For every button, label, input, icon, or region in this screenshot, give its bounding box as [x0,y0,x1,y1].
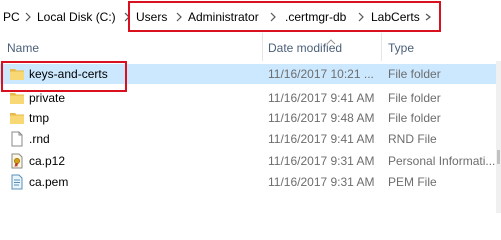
file-type: File folder [388,111,441,125]
column-divider[interactable] [262,33,263,61]
breadcrumb-separator-icon[interactable] [23,11,33,23]
list-item-ca-pem[interactable]: ca.pem 11/16/2017 9:31 AM PEM File [0,172,501,192]
file-date: 11/16/2017 9:41 AM [268,91,375,105]
path-highlight-box [128,1,441,32]
breadcrumb-item-pc[interactable]: PC [3,9,20,25]
file-date: 11/16/2017 9:41 AM [268,132,375,146]
file-type: RND File [388,132,437,146]
vertical-scrollbar[interactable] [496,61,501,213]
column-name[interactable]: Name [7,41,39,55]
list-item-ca-p12[interactable]: ca.p12 11/16/2017 9:31 AM Personal Infor… [0,151,501,171]
file-type: Personal Informati... [388,154,496,168]
file-name: ca.p12 [29,154,66,168]
list-item-rnd[interactable]: .rnd 11/16/2017 9:41 AM RND File [0,129,501,149]
file-date: 11/16/2017 10:21 ... [268,67,374,81]
file-date: 11/16/2017 9:31 AM [268,175,375,189]
column-type[interactable]: Type [388,41,414,55]
column-divider[interactable] [381,33,382,61]
sort-ascending-icon [326,34,336,45]
certificate-file-icon [9,153,25,169]
scrollbar-thumb[interactable] [497,150,500,164]
file-type: File folder [388,91,441,105]
file-type: PEM File [388,175,437,189]
blank-file-icon [9,131,25,147]
file-name: .rnd [29,132,50,146]
column-header: Name Date modified Type [0,33,501,61]
text-file-icon [9,174,25,190]
list-item-tmp[interactable]: tmp 11/16/2017 9:48 AM File folder [0,108,501,128]
file-name: private [29,91,66,105]
file-date: 11/16/2017 9:31 AM [268,154,375,168]
selected-folder-highlight-box [1,61,127,92]
file-type: File folder [388,67,441,81]
folder-icon [9,110,25,126]
file-name: ca.pem [29,175,69,189]
folder-icon [9,90,25,106]
file-date: 11/16/2017 9:48 AM [268,111,375,125]
breadcrumb-item-local-disk[interactable]: Local Disk (C:) [37,9,116,25]
file-name: tmp [29,111,50,125]
